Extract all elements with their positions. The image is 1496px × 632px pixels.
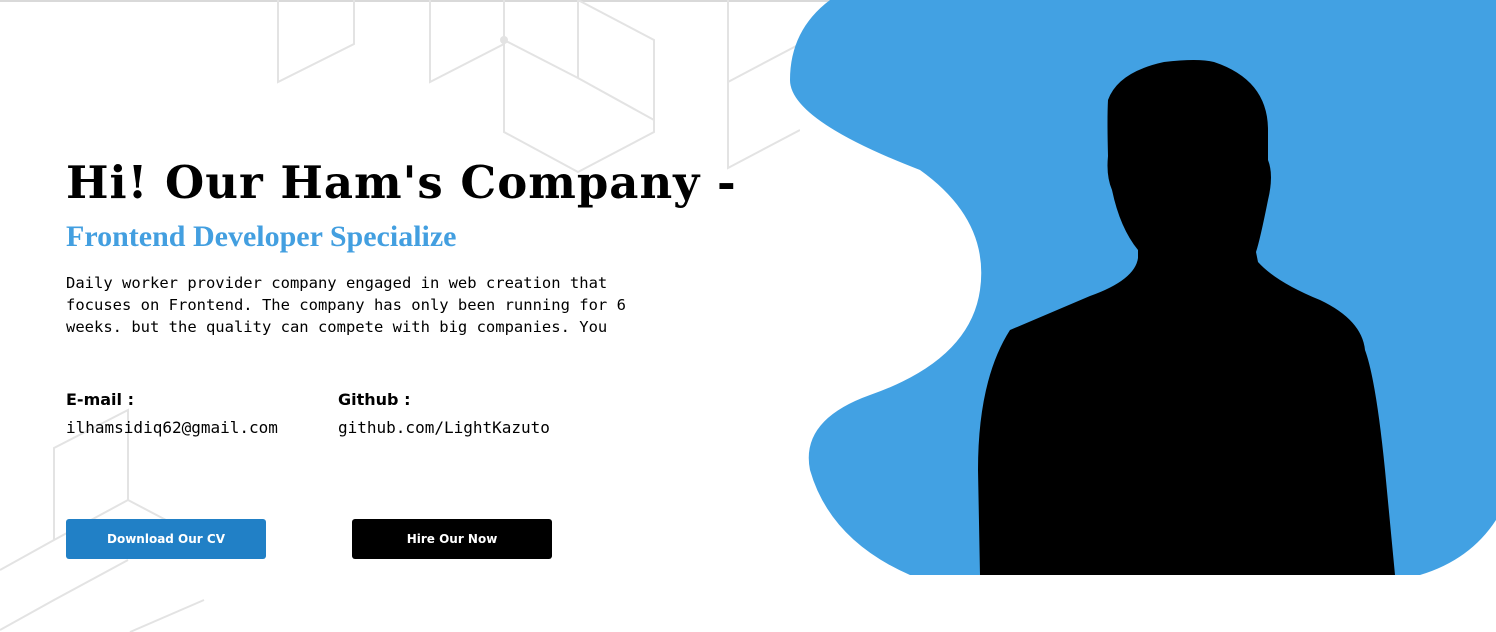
email-label: E-mail : [66,390,134,409]
hero-subtitle: Frontend Developer Specialize [66,220,457,253]
hero-image-area [790,0,1496,575]
github-label: Github : [338,390,411,409]
hero-description: Daily worker provider company engaged in… [66,274,626,336]
hire-button[interactable]: Hire Our Now [352,519,552,559]
email-value: ilhamsidiq62@gmail.com [66,418,278,437]
hero-title: Hi! Our Ham's Company - [66,156,737,209]
download-cv-button[interactable]: Download Our CV [66,519,266,559]
github-link[interactable]: github.com/LightKazuto [338,418,550,437]
